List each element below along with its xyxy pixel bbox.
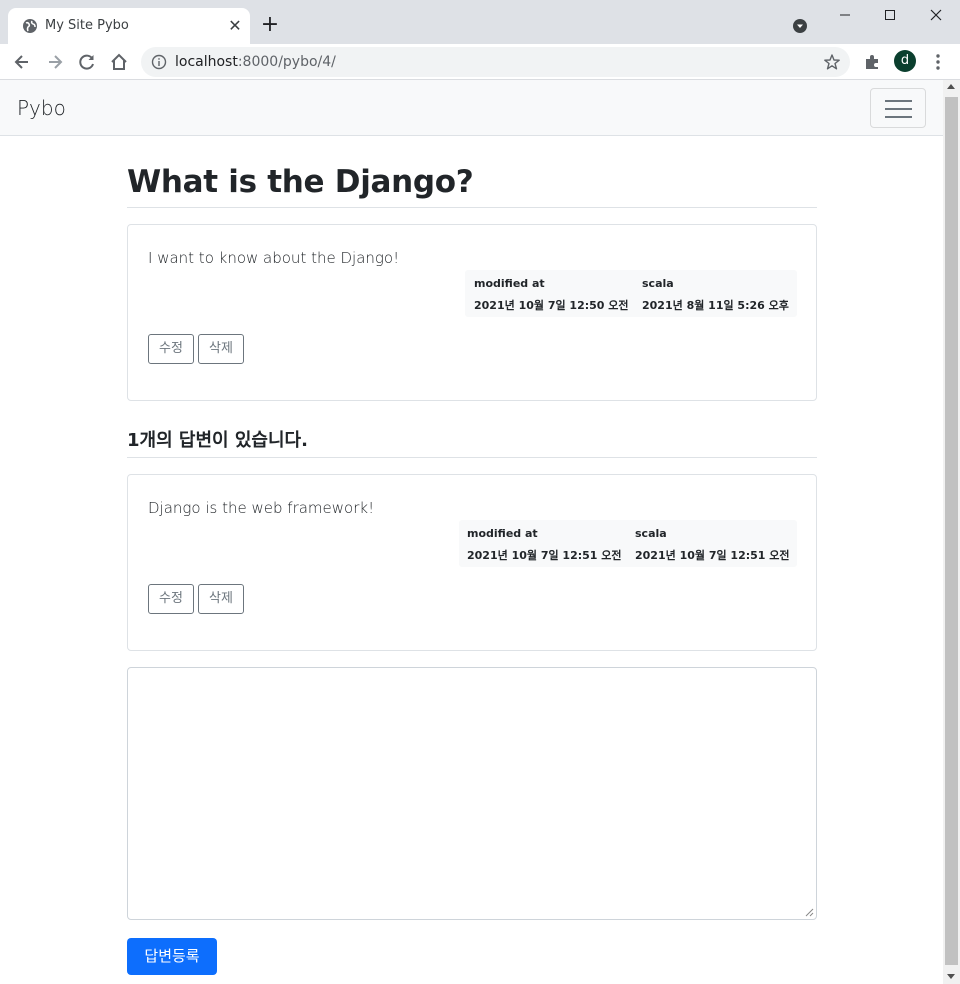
modified-label: modified at bbox=[467, 527, 538, 540]
author-name: scala bbox=[635, 527, 667, 540]
tab-title: My Site Pybo bbox=[45, 18, 129, 33]
url-text[interactable]: localhost:8000/pybo/4/ bbox=[175, 54, 336, 70]
hamburger-line bbox=[885, 116, 912, 118]
page-viewport: Pybo What is the Django? I want to know … bbox=[0, 80, 943, 984]
answer-meta-box: modified at 2021년 10월 7일 12:51 오전 scala … bbox=[459, 520, 797, 567]
modified-date: 2021년 10월 7일 12:50 오전 bbox=[474, 299, 629, 312]
home-icon[interactable] bbox=[109, 52, 129, 72]
more-menu-icon[interactable] bbox=[928, 52, 948, 72]
answer-delete-button[interactable]: 삭제 bbox=[198, 584, 244, 614]
url-path: :8000/pybo/4/ bbox=[237, 54, 336, 70]
hamburger-line bbox=[885, 100, 912, 102]
scroll-thumb[interactable] bbox=[945, 97, 958, 965]
new-tab-button[interactable]: + bbox=[259, 14, 281, 36]
answer-card: Django is the web framework! modified at… bbox=[127, 474, 817, 651]
author-info: scala 2021년 8월 11일 5:26 오후 bbox=[642, 277, 789, 313]
window-close-button[interactable] bbox=[921, 4, 951, 26]
answer-count-suffix: 개의 답변이 있습니다. bbox=[139, 430, 308, 451]
resize-grip-icon[interactable] bbox=[805, 908, 814, 917]
answer-textarea[interactable] bbox=[127, 667, 817, 920]
minimize-icon bbox=[840, 14, 850, 16]
profile-avatar[interactable]: d bbox=[894, 50, 916, 72]
answer-count-heading: 1개의 답변이 있습니다. bbox=[127, 426, 308, 452]
answer-count: 1 bbox=[127, 430, 140, 451]
modified-info: modified at 2021년 10월 7일 12:51 오전 bbox=[467, 527, 622, 563]
modified-label: modified at bbox=[474, 277, 545, 290]
modified-date: 2021년 10월 7일 12:51 오전 bbox=[467, 549, 622, 562]
forward-icon[interactable] bbox=[45, 52, 65, 72]
tab-search-icon[interactable] bbox=[792, 18, 808, 34]
hamburger-line bbox=[885, 108, 912, 110]
answer-edit-button[interactable]: 수정 bbox=[148, 584, 194, 614]
question-meta-box: modified at 2021년 10월 7일 12:50 오전 scala … bbox=[465, 270, 797, 317]
address-bar[interactable]: localhost:8000/pybo/4/ bbox=[141, 47, 850, 77]
question-edit-button[interactable]: 수정 bbox=[148, 334, 194, 364]
reload-icon[interactable] bbox=[77, 52, 97, 72]
maximize-icon bbox=[885, 10, 895, 20]
browser-tab[interactable]: My Site Pybo ✕ bbox=[8, 8, 250, 44]
author-name: scala bbox=[642, 277, 674, 290]
back-icon[interactable] bbox=[12, 52, 32, 72]
answers-divider bbox=[127, 457, 817, 458]
vertical-scrollbar[interactable] bbox=[943, 80, 960, 984]
navbar-toggler-button[interactable] bbox=[870, 88, 926, 128]
question-card: I want to know about the Django! modifie… bbox=[127, 224, 817, 401]
url-host: localhost bbox=[175, 54, 238, 70]
info-icon[interactable] bbox=[151, 54, 167, 70]
window-close-icon bbox=[930, 9, 942, 21]
scroll-down-arrow-icon[interactable] bbox=[947, 974, 955, 979]
minimize-button[interactable] bbox=[830, 4, 860, 26]
question-title: What is the Django? bbox=[127, 164, 474, 200]
maximize-button[interactable] bbox=[875, 4, 905, 26]
site-navbar: Pybo bbox=[0, 80, 943, 136]
bookmark-star-icon[interactable] bbox=[823, 53, 841, 71]
title-divider bbox=[127, 207, 817, 208]
tab-close-icon[interactable]: ✕ bbox=[226, 17, 244, 35]
navbar-brand[interactable]: Pybo bbox=[17, 96, 66, 120]
answer-content: Django is the web framework! bbox=[148, 499, 375, 517]
modified-info: modified at 2021년 10월 7일 12:50 오전 bbox=[474, 277, 629, 313]
question-content: I want to know about the Django! bbox=[148, 249, 400, 267]
submit-answer-button[interactable]: 답변등록 bbox=[127, 938, 217, 975]
scroll-up-arrow-icon[interactable] bbox=[947, 84, 955, 89]
question-delete-button[interactable]: 삭제 bbox=[198, 334, 244, 364]
created-date: 2021년 10월 7일 12:51 오전 bbox=[635, 549, 790, 562]
created-date: 2021년 8월 11일 5:26 오후 bbox=[642, 299, 789, 312]
browser-chrome: My Site Pybo ✕ + localhost:8000/pybo/4/ … bbox=[0, 0, 960, 80]
globe-icon bbox=[23, 19, 37, 33]
browser-toolbar: localhost:8000/pybo/4/ d bbox=[0, 44, 960, 80]
author-info: scala 2021년 10월 7일 12:51 오전 bbox=[635, 527, 790, 563]
extensions-puzzle-icon[interactable] bbox=[862, 52, 882, 72]
